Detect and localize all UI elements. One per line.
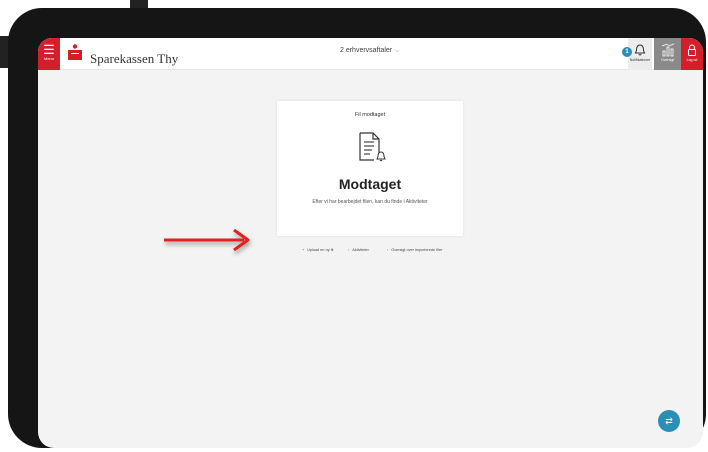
- card-title: Fil modtaget: [354, 112, 386, 118]
- app-screen: ☰ Menu Sparekassen Thy 2 erhvervsaftaler…: [38, 38, 703, 448]
- red-annotation-arrow: [164, 228, 250, 252]
- activities-link[interactable]: › Aktiviteter: [348, 248, 369, 258]
- lock-icon: [688, 44, 696, 56]
- file-received-card: Fil modtaget Modtaget Efter vi har bearb…: [277, 101, 463, 236]
- imported-files-label: Oversigt over importerede filer: [391, 248, 443, 252]
- chevron-right-icon: ›: [348, 248, 350, 252]
- agreements-label: 2 erhvervsaftaler: [340, 47, 393, 54]
- chevron-down-icon: ⌵: [395, 48, 400, 54]
- notifications-button[interactable]: Notifikationer: [628, 38, 652, 70]
- swap-arrows-icon: ⇄: [665, 416, 673, 426]
- sparekassen-logo-icon: [68, 44, 82, 60]
- upload-new-file-link[interactable]: + Upload en ny fil: [302, 248, 333, 258]
- bank-name: Sparekassen Thy: [90, 51, 179, 66]
- card-heading: Modtaget: [338, 176, 402, 192]
- overview-button[interactable]: Oversigt: [654, 38, 681, 70]
- top-navigation-bar: ☰ Menu Sparekassen Thy 2 erhvervsaftaler…: [38, 38, 703, 70]
- bell-icon: [634, 44, 646, 56]
- agreements-selector[interactable]: 2 erhvervsaftaler ⌵: [340, 47, 400, 55]
- menu-label: Menu: [43, 56, 54, 61]
- overview-label: Oversigt: [660, 58, 675, 62]
- document-bell-icon: [359, 132, 386, 162]
- bar-chart-icon: [661, 43, 674, 57]
- imported-files-link[interactable]: › Oversigt over importerede filer: [387, 248, 442, 258]
- notifications-label: Notifikationer: [629, 58, 651, 62]
- upload-new-file-label: Upload en ny fil: [307, 248, 334, 252]
- logout-label: Log ud: [686, 58, 698, 62]
- menu-button[interactable]: ☰ Menu: [38, 38, 60, 70]
- card-description: Efter vi har bearbejdet filen, kan du fi…: [312, 199, 428, 205]
- notification-count-badge: 1: [622, 47, 632, 57]
- floating-action-button[interactable]: ⇄: [658, 410, 680, 432]
- plus-icon: +: [302, 248, 305, 252]
- activities-label: Aktiviteter: [352, 248, 369, 252]
- hamburger-icon: ☰: [43, 42, 55, 57]
- tablet-frame: ☰ Menu Sparekassen Thy 2 erhvervsaftaler…: [8, 8, 706, 448]
- logout-button[interactable]: Log ud: [681, 38, 703, 70]
- chevron-right-icon: ›: [387, 248, 389, 252]
